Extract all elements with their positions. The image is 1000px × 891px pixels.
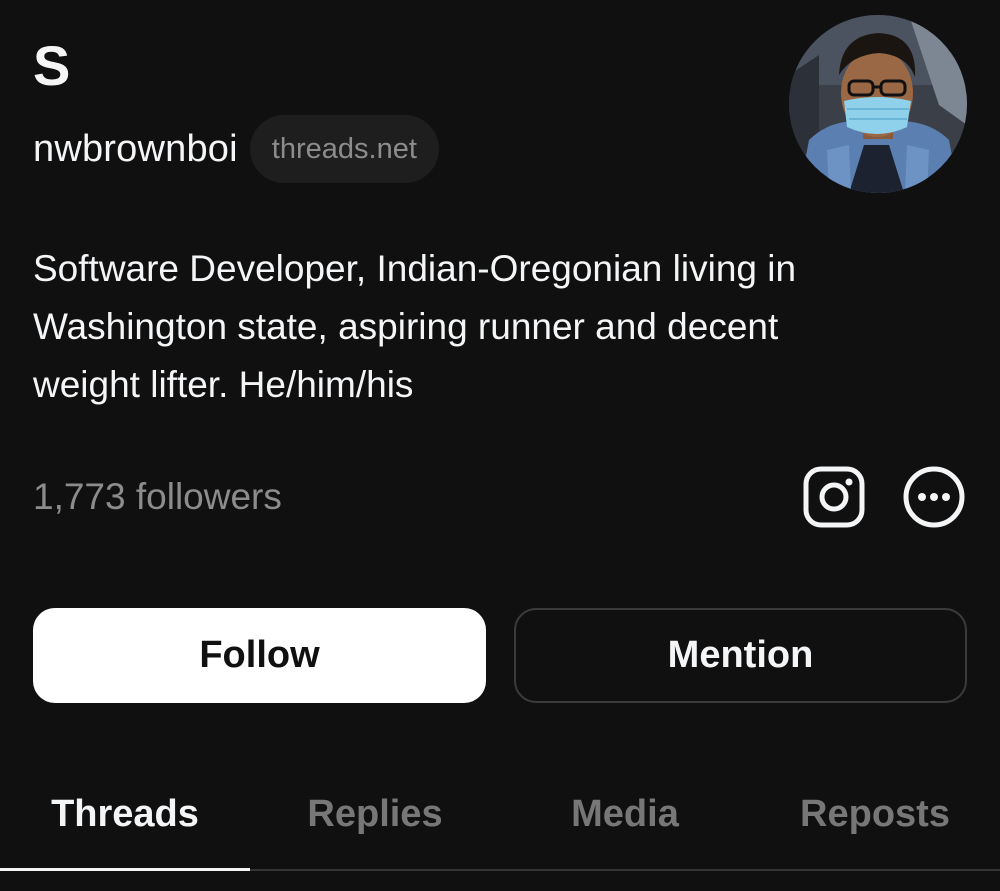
avatar-photo xyxy=(789,15,967,193)
profile-tabs: Threads Replies Media Reposts xyxy=(0,760,1000,872)
username: nwbrownboi xyxy=(33,128,238,170)
followers-count[interactable]: 1,773 followers xyxy=(33,474,282,520)
tab-threads[interactable]: Threads xyxy=(0,760,250,868)
display-name: S xyxy=(33,34,71,97)
bio-line: Software Developer, Indian-Oregonian liv… xyxy=(33,248,797,289)
mention-button[interactable]: Mention xyxy=(514,608,967,703)
domain-chip[interactable]: threads.net xyxy=(249,115,439,183)
tab-replies[interactable]: Replies xyxy=(250,760,500,868)
bio: Software Developer, Indian-Oregonian liv… xyxy=(33,240,933,414)
more-options-icon[interactable] xyxy=(903,466,965,528)
avatar[interactable] xyxy=(789,15,967,193)
handle-row: nwbrownboi threads.net xyxy=(33,115,439,183)
bio-line: Washington state, aspiring runner and de… xyxy=(33,306,779,347)
instagram-icon[interactable] xyxy=(803,466,865,528)
follow-button[interactable]: Follow xyxy=(33,608,486,703)
active-tab-indicator xyxy=(0,868,250,871)
tab-media[interactable]: Media xyxy=(500,760,750,868)
bio-line: weight lifter. He/him/his xyxy=(33,364,414,405)
tab-reposts[interactable]: Reposts xyxy=(750,760,1000,868)
profile-page: S nwbrownboi threads.net Software Develo… xyxy=(0,0,1000,891)
